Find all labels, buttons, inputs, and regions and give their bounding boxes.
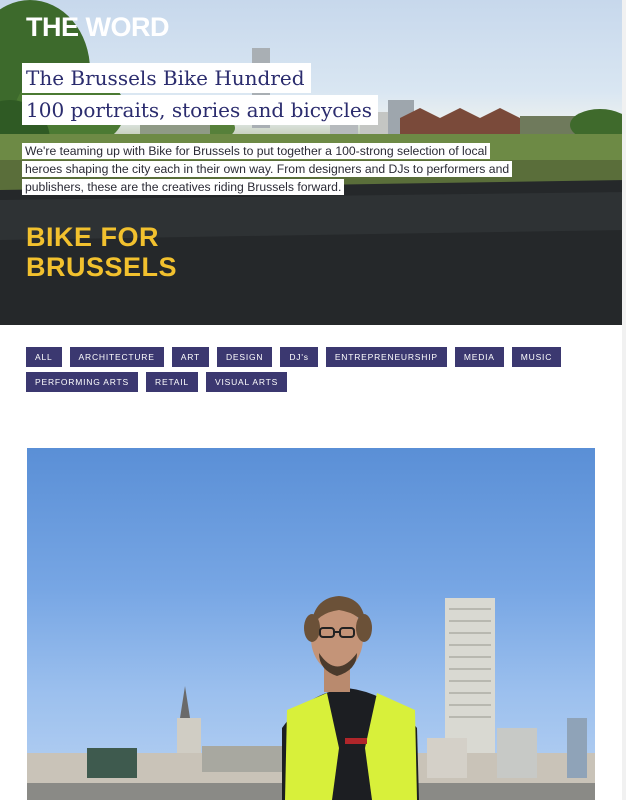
intro-line-1: We're teaming up with Bike for Brussels … [22,143,491,159]
filter-djs[interactable]: DJ's [280,347,318,367]
filter-design[interactable]: DESIGN [216,347,273,367]
site-logo[interactable]: THE WORD [26,14,169,41]
bike-for-brussels-logo: BIKE FOR BRUSSELS [26,222,177,282]
hero-banner: THE WORD The Brussels Bike Hundred 100 p… [0,0,626,325]
filter-architecture[interactable]: ARCHITECTURE [69,347,164,367]
page-title: The Brussels Bike Hundred [22,63,311,93]
filter-all[interactable]: ALL [26,347,62,367]
intro-line-3: publishers, these are the creatives ridi… [22,179,345,195]
filter-media[interactable]: MEDIA [454,347,504,367]
filter-music[interactable]: MUSIC [511,347,562,367]
portrait-photo [27,596,595,800]
page-subtitle: 100 portraits, stories and bicycles [22,95,378,125]
filter-art[interactable]: ART [171,347,209,367]
portrait-card-image[interactable] [27,448,595,800]
filter-performing-arts[interactable]: PERFORMING ARTS [26,372,139,392]
filter-visual-arts[interactable]: VISUAL ARTS [205,372,288,392]
scrollbar-track[interactable] [622,0,626,800]
intro-text: We're teaming up with Bike for Brussels … [22,142,582,196]
hero-title-block: The Brussels Bike Hundred 100 portraits,… [22,63,378,125]
category-filter-bar: ALL ARCHITECTURE ART DESIGN DJ's ENTREPR… [26,347,586,392]
intro-line-2: heroes shaping the city each in their ow… [22,161,513,177]
partner-logo-line-1: BIKE FOR [26,222,160,252]
filter-retail[interactable]: RETAIL [146,372,198,392]
partner-logo-line-2: BRUSSELS [26,252,178,282]
filter-entrepreneurship[interactable]: ENTREPRENEURSHIP [325,347,447,367]
